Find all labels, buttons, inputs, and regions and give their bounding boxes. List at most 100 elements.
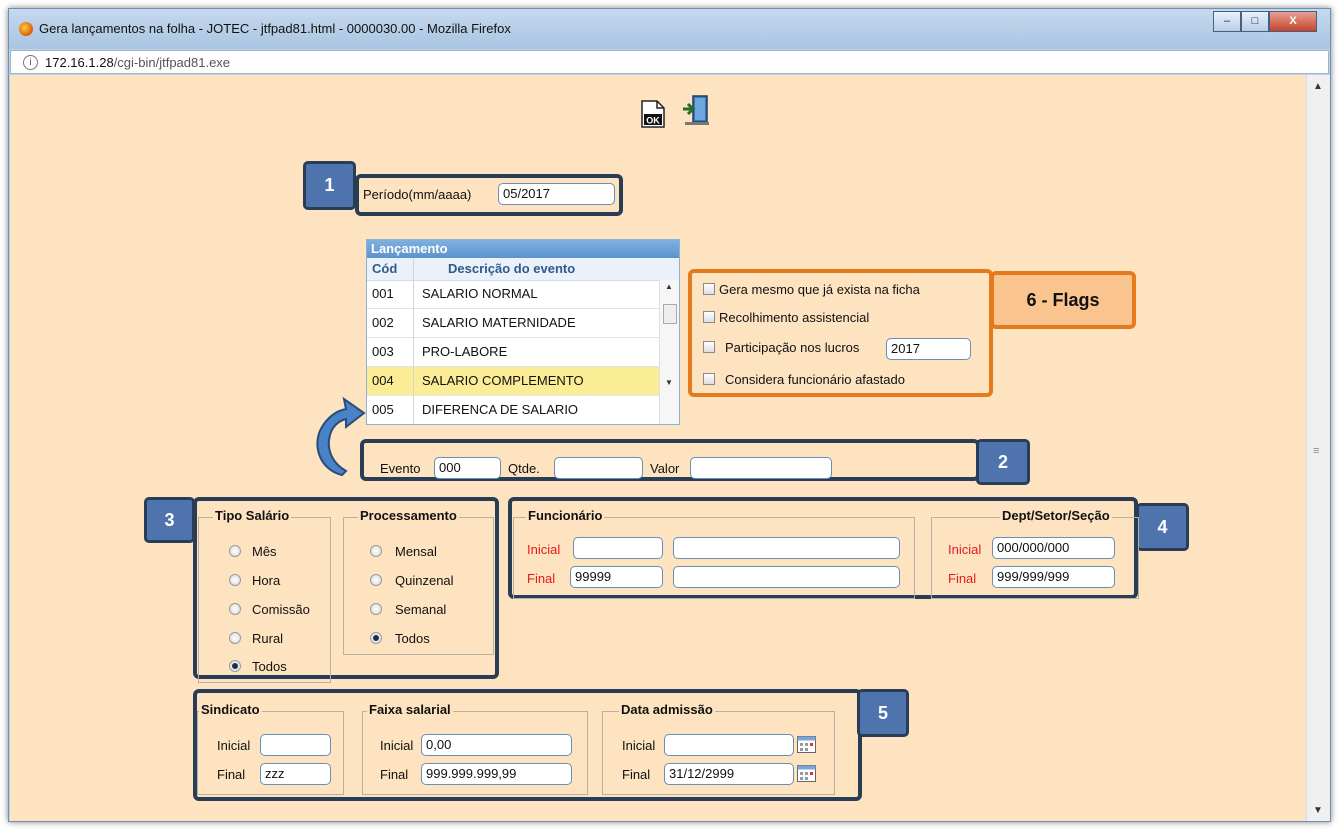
url-path: /cgi-bin/jtfpad81.exe <box>113 55 231 70</box>
faixa-inicial-input[interactable]: 0,00 <box>421 734 572 756</box>
recolhimento-label: Recolhimento assistencial <box>719 310 870 325</box>
radio-hora-label: Hora <box>252 573 281 588</box>
sindicato-inicial-input[interactable] <box>260 734 331 756</box>
info-icon[interactable]: i <box>23 55 38 70</box>
radio-todos-processamento[interactable] <box>370 632 382 644</box>
calendar-icon[interactable] <box>797 765 816 782</box>
radio-semanal[interactable] <box>370 603 382 615</box>
scroll-down-icon[interactable]: ▼ <box>1313 805 1323 816</box>
admissao-inicial-input[interactable] <box>664 734 794 756</box>
curved-arrow-icon <box>316 396 366 477</box>
funcionario-inicial-code-input[interactable] <box>573 537 663 559</box>
faixa-inicial-label: Inicial <box>380 738 414 753</box>
sindicato-final-input[interactable]: zzz <box>260 763 331 785</box>
radio-hora[interactable] <box>229 574 241 586</box>
sindicato-final-label: Final <box>217 767 246 782</box>
radio-comissao[interactable] <box>229 603 241 615</box>
scroll-up-icon[interactable]: ▲ <box>1313 81 1323 92</box>
dept-final-input[interactable]: 999/999/999 <box>992 566 1115 588</box>
funcionario-final-name-input[interactable] <box>673 566 900 588</box>
badge-3: 3 <box>144 497 195 543</box>
radio-rural[interactable] <box>229 632 241 644</box>
maximize-button[interactable]: □ <box>1241 11 1269 32</box>
row-desc: DIFERENCA DE SALARIO <box>422 402 579 417</box>
recolhimento-checkbox[interactable] <box>703 311 715 323</box>
evento-input[interactable]: 000 <box>434 457 501 479</box>
svg-text:OK: OK <box>646 116 660 126</box>
row-desc: SALARIO MATERNIDADE <box>422 315 576 330</box>
badge-6-flags: 6 - Flags <box>990 271 1136 329</box>
participacao-ano-input[interactable]: 2017 <box>886 338 971 360</box>
admissao-inicial-label: Inicial <box>622 738 656 753</box>
radio-todos-tipo[interactable] <box>229 660 241 672</box>
col-code-header: Cód <box>372 261 398 276</box>
funcionario-inicial-name-input[interactable] <box>673 537 900 559</box>
scroll-down-icon[interactable]: ▼ <box>665 378 673 387</box>
scroll-up-icon[interactable]: ▲ <box>665 282 673 291</box>
url-host: 172.16.1.28 <box>45 55 114 70</box>
url-text: 172.16.1.28/cgi-bin/jtfpad81.exe <box>45 55 230 70</box>
funcionario-inicial-label: Inicial <box>527 542 561 557</box>
grid-scrollbar[interactable]: ▲ ▼ <box>659 280 679 424</box>
page-content: OK 1 Período(mm/aaaa) 05/2017 Lançamento… <box>10 75 1306 821</box>
radio-mensal[interactable] <box>370 545 382 557</box>
table-row[interactable]: 005 DIFERENCA DE SALARIO <box>367 396 659 424</box>
radio-mensal-label: Mensal <box>395 544 437 559</box>
radio-rural-label: Rural <box>252 631 284 646</box>
address-bar[interactable]: i 172.16.1.28/cgi-bin/jtfpad81.exe <box>10 50 1329 74</box>
grid-title: Lançamento <box>367 240 679 258</box>
badge-1: 1 <box>303 161 356 210</box>
funcionario-final-code-input[interactable]: 99999 <box>570 566 663 588</box>
radio-mes[interactable] <box>229 545 241 557</box>
admissao-final-input[interactable]: 31/12/2999 <box>664 763 794 785</box>
radio-todos-processamento-label: Todos <box>395 631 430 646</box>
column-divider <box>413 258 414 424</box>
considera-afastado-label: Considera funcionário afastado <box>725 372 905 387</box>
firefox-icon <box>19 22 33 36</box>
periodo-input[interactable]: 05/2017 <box>498 183 615 205</box>
row-code: 004 <box>372 373 394 388</box>
dept-inicial-label: Inicial <box>948 542 982 557</box>
close-button[interactable]: X <box>1269 11 1317 32</box>
table-row[interactable]: 001 SALARIO NORMAL <box>367 280 659 309</box>
qtde-input[interactable] <box>554 457 643 479</box>
periodo-label: Período(mm/aaaa) <box>363 187 472 202</box>
evento-label: Evento <box>380 461 421 476</box>
page-scrollbar[interactable]: ▲ ≡ ▼ <box>1306 75 1330 821</box>
row-desc: SALARIO COMPLEMENTO <box>422 373 584 388</box>
calendar-icon[interactable] <box>797 736 816 753</box>
radio-quinzenal-label: Quinzenal <box>395 573 454 588</box>
table-row[interactable]: 003 PRO-LABORE <box>367 338 659 367</box>
table-row-selected[interactable]: 004 SALARIO COMPLEMENTO <box>367 367 659 396</box>
faixa-legend: Faixa salarial <box>367 702 453 717</box>
sindicato-legend: Sindicato <box>199 702 262 717</box>
radio-mes-label: Mês <box>252 544 277 559</box>
title-bar: Gera lançamentos na folha - JOTEC - jtfp… <box>9 9 1330 49</box>
ok-document-icon[interactable]: OK <box>640 100 666 128</box>
scroll-thumb[interactable] <box>663 304 677 324</box>
faixa-final-input[interactable]: 999.999.999,99 <box>421 763 572 785</box>
col-desc-header: Descrição do evento <box>448 261 576 276</box>
badge-5: 5 <box>857 689 909 737</box>
considera-afastado-checkbox[interactable] <box>703 373 715 385</box>
faixa-final-label: Final <box>380 767 409 782</box>
exit-door-icon[interactable] <box>681 94 711 126</box>
minimize-button[interactable]: – <box>1213 11 1241 32</box>
participacao-label: Participação nos lucros <box>725 340 860 355</box>
row-code: 003 <box>372 344 394 359</box>
valor-input[interactable] <box>690 457 832 479</box>
gera-mesmo-checkbox[interactable] <box>703 283 715 295</box>
table-row[interactable]: 002 SALARIO MATERNIDADE <box>367 309 659 338</box>
admissao-legend: Data admissão <box>619 702 715 717</box>
radio-quinzenal[interactable] <box>370 574 382 586</box>
row-code: 005 <box>372 402 394 417</box>
dept-final-label: Final <box>948 571 977 586</box>
dept-legend: Dept/Setor/Seção <box>1000 508 1112 523</box>
window-title: Gera lançamentos na folha - JOTEC - jtfp… <box>39 21 511 36</box>
dept-inicial-input[interactable]: 000/000/000 <box>992 537 1115 559</box>
scroll-grip-icon[interactable]: ≡ <box>1313 445 1319 457</box>
sindicato-inicial-label: Inicial <box>217 738 251 753</box>
participacao-checkbox[interactable] <box>703 341 715 353</box>
qtde-label: Qtde. <box>508 461 540 476</box>
processamento-legend: Processamento <box>358 508 459 523</box>
